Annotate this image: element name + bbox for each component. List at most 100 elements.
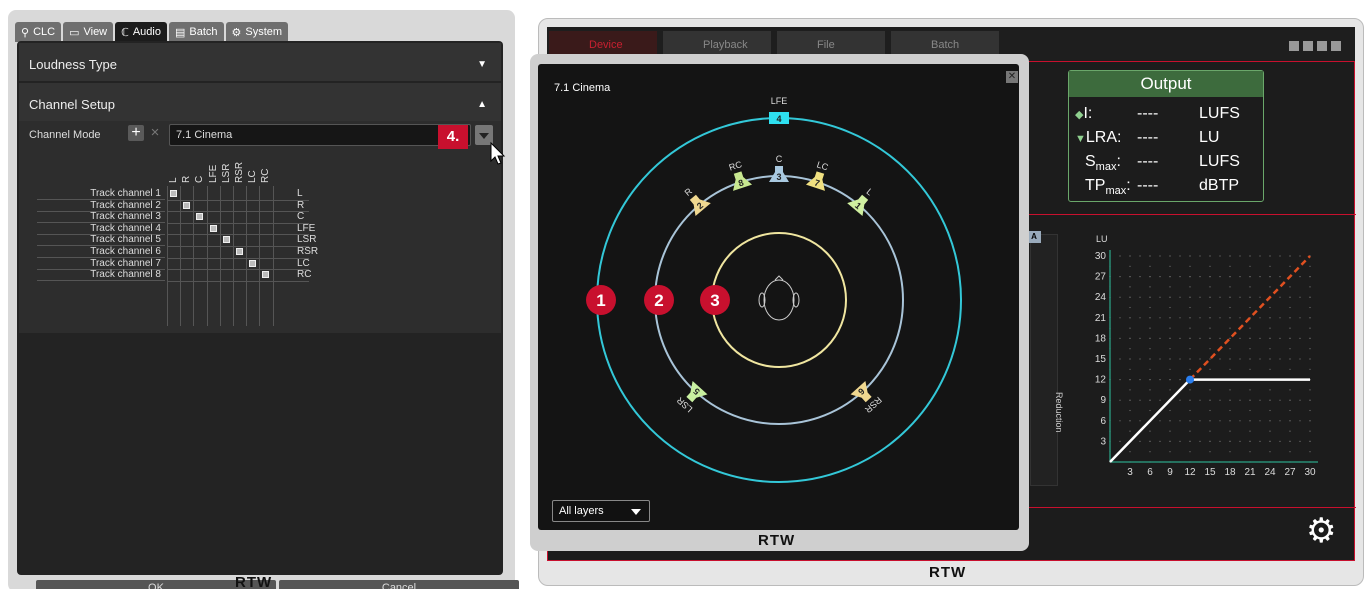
- add-mode-button[interactable]: +: [128, 125, 144, 141]
- column-label: LSR: [220, 163, 232, 183]
- grid-dot: [1119, 440, 1121, 442]
- grid-dot: [1149, 337, 1151, 339]
- grid-dot: [1169, 430, 1171, 432]
- audio-panel: Loudness Type ▼ Channel Setup ▲ Channel Mo…: [17, 41, 519, 589]
- grid-dot: [1289, 348, 1291, 350]
- grid-dot: [1229, 420, 1231, 422]
- x-tick-label: 15: [1204, 467, 1216, 478]
- channel-setup-header[interactable]: Channel Setup ▲: [19, 83, 501, 121]
- grid-dot: [1189, 296, 1191, 298]
- grid-dot: [1289, 430, 1291, 432]
- grid-dot: [1199, 276, 1201, 278]
- detach-icon[interactable]: [1289, 41, 1299, 51]
- minimize-icon[interactable]: [1303, 41, 1313, 51]
- grid-dot: [1289, 358, 1291, 360]
- grid-dot: [1169, 389, 1171, 391]
- grid-dot: [1219, 255, 1221, 257]
- output-channel-label: RC: [297, 269, 312, 281]
- grid-dot: [1149, 389, 1151, 391]
- routing-cell[interactable]: [196, 213, 204, 221]
- view-icon: ▭: [69, 26, 80, 39]
- grid-dot: [1249, 440, 1251, 442]
- window-controls: [1289, 41, 1341, 51]
- grid-dot: [1139, 358, 1141, 360]
- close-icon[interactable]: [1331, 41, 1341, 51]
- cancel-button[interactable]: Cancel: [279, 580, 519, 589]
- dialog-content: ✕ 7.1 Cinema 1 2 3 4 LFE 3 C 8 RC 7 LC 2 R 1 L 5 LSR 6 RSR…: [538, 64, 1019, 530]
- grid-dot: [1249, 399, 1251, 401]
- layer-select[interactable]: All layers: [552, 500, 650, 522]
- y-tick-label: 21: [1095, 313, 1107, 324]
- grid-dot: [1159, 317, 1161, 319]
- grid-dot: [1299, 337, 1301, 339]
- grid-dot: [1269, 286, 1271, 288]
- grid-dot: [1219, 317, 1221, 319]
- matrix-row: Track channel 1 L: [37, 188, 337, 200]
- grid-dot: [1119, 276, 1121, 278]
- grid-dot: [1209, 306, 1211, 309]
- output-channel-label: L: [297, 188, 303, 199]
- matrix-row: Track channel 7 LC: [37, 258, 337, 270]
- tab-view[interactable]: ▭ View: [63, 22, 114, 42]
- grid-dot: [1179, 358, 1181, 360]
- maximize-icon[interactable]: [1317, 41, 1327, 51]
- grid-dot: [1219, 358, 1221, 360]
- grid-dot: [1289, 368, 1291, 370]
- grid-dot: [1229, 409, 1231, 412]
- routing-cell[interactable]: [209, 224, 217, 232]
- grid-dot: [1229, 358, 1231, 360]
- speaker-c[interactable]: 3C: [769, 154, 789, 182]
- grid-dot: [1179, 379, 1181, 381]
- grid-dot: [1289, 389, 1291, 391]
- routing-cell[interactable]: [170, 190, 177, 197]
- grid-dot: [1289, 409, 1291, 412]
- track-label: Track channel 5: [37, 234, 165, 247]
- routing-cell[interactable]: [183, 201, 191, 209]
- tab-system[interactable]: ⚙ System: [225, 22, 289, 42]
- grid-dot: [1179, 337, 1181, 339]
- routing-cell[interactable]: [222, 236, 230, 244]
- grid-dot: [1219, 440, 1221, 442]
- settings-gear-icon[interactable]: ⚙: [1306, 514, 1336, 548]
- tab-clc[interactable]: ⚲ CLC: [15, 22, 62, 42]
- loudness-type-header[interactable]: Loudness Type ▼: [19, 43, 501, 81]
- head-icon: [763, 279, 795, 321]
- gear-icon: ⚙: [231, 26, 242, 39]
- grid-dot: [1159, 358, 1161, 360]
- tab-batch[interactable]: ▤ Batch: [168, 22, 224, 42]
- section-title: Loudness Type: [29, 57, 117, 72]
- grid-dot: [1289, 265, 1291, 267]
- grid-dot: [1229, 389, 1231, 391]
- routing-cell[interactable]: [236, 248, 243, 255]
- grid-dot: [1229, 451, 1231, 453]
- routing-cell[interactable]: [262, 271, 270, 279]
- speaker-lfe[interactable]: 4 LFE: [769, 96, 789, 124]
- grid-dot: [1159, 379, 1161, 381]
- grid-dot: [1149, 368, 1151, 370]
- grid-dot: [1229, 368, 1231, 370]
- grid-dot: [1289, 337, 1291, 339]
- grid-dot: [1119, 317, 1121, 319]
- x-tick-label: 3: [1127, 467, 1133, 478]
- matrix-column-header: LSR: [220, 158, 232, 183]
- grid-dot: [1249, 358, 1251, 360]
- tab-audio[interactable]: ℂ Audio: [115, 22, 167, 42]
- grid-dot: [1289, 255, 1291, 257]
- routing-cell[interactable]: [249, 259, 257, 267]
- matrix-column-header: R: [181, 158, 192, 183]
- matrix-row: Track channel 3 C: [37, 211, 337, 224]
- grid-dot: [1219, 420, 1221, 422]
- grid-dot: [1309, 399, 1311, 401]
- delete-mode-button[interactable]: ×: [147, 125, 163, 141]
- y-tick-label: 27: [1095, 272, 1107, 283]
- grid-dot: [1139, 276, 1141, 278]
- grid-dot: [1259, 255, 1261, 257]
- grid-dot: [1269, 368, 1271, 370]
- channel-mode-field[interactable]: 7.1 Cinema: [169, 124, 471, 146]
- grid-dot: [1309, 451, 1311, 453]
- grid-dot: [1219, 399, 1221, 401]
- grid-dot: [1209, 358, 1211, 360]
- grid-dot: [1309, 276, 1311, 278]
- y-tick-label: 18: [1095, 333, 1107, 344]
- grid-dot: [1289, 327, 1291, 329]
